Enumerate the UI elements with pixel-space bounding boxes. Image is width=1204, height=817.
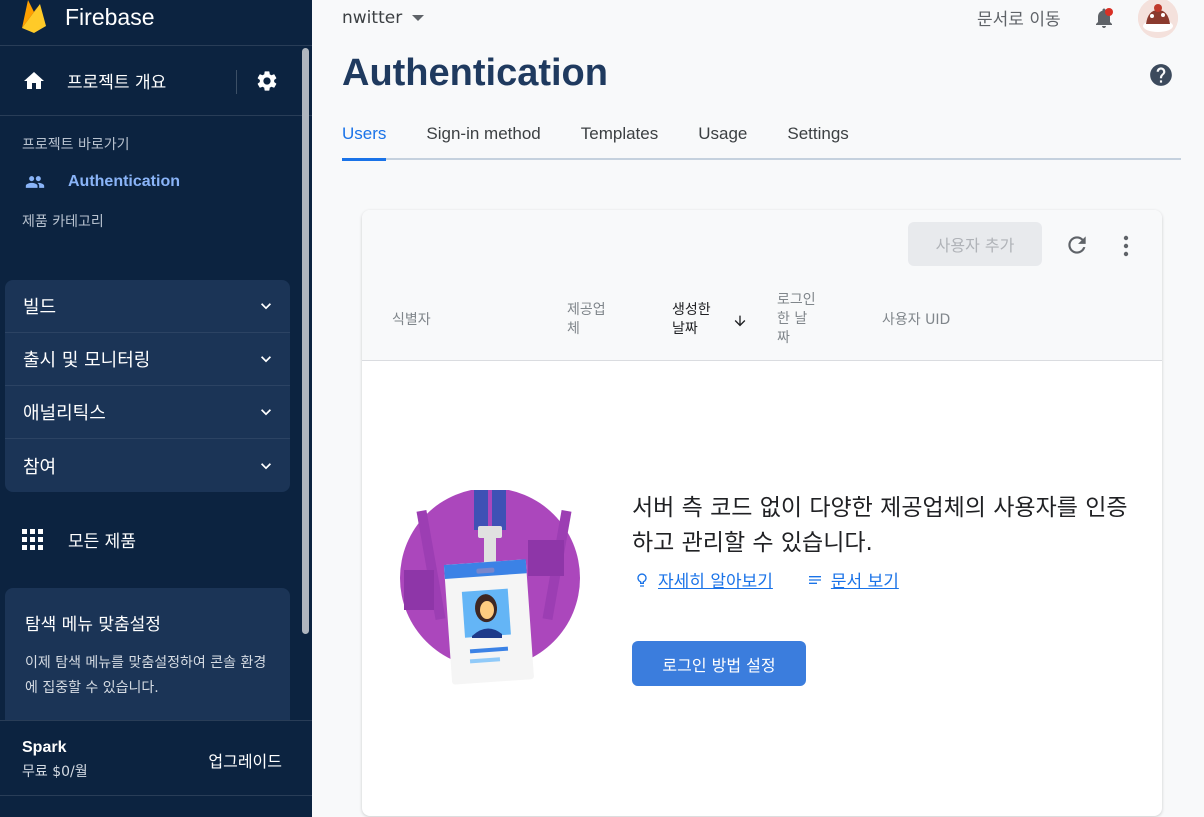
learn-more-link[interactable]: 자세히 알아보기 — [634, 567, 773, 592]
empty-state-links: 자세히 알아보기 문서 보기 — [634, 567, 899, 592]
sidebar-item-all-products[interactable]: 모든 제품 — [22, 527, 136, 552]
users-card: 사용자 추가 식별자 제공업 체 생성한 날짜 로그인 한 날 짜 사용자 UI… — [362, 210, 1162, 816]
notification-bell-icon[interactable] — [1092, 6, 1116, 30]
tab-settings[interactable]: Settings — [787, 120, 848, 158]
lightbulb-icon — [637, 572, 647, 587]
tab-sign-in-method[interactable]: Sign-in method — [426, 120, 540, 158]
tab-templates[interactable]: Templates — [581, 120, 658, 158]
top-bar: nwitter 문서로 이동 — [312, 0, 1204, 40]
arrow-down-icon — [734, 315, 746, 327]
project-overview[interactable]: 프로젝트 개요 — [0, 46, 312, 116]
users-table-header: 사용자 추가 식별자 제공업 체 생성한 날짜 로그인 한 날 짜 사용자 UI… — [362, 210, 1162, 361]
column-signed-in[interactable]: 로그인 한 날 짜 — [777, 291, 816, 348]
setup-sign-in-method-button[interactable]: 로그인 방법 설정 — [632, 641, 806, 686]
avatar[interactable] — [1138, 0, 1178, 38]
view-docs-link[interactable]: 문서 보기 — [807, 567, 899, 592]
sidebar-item-release-monitor[interactable]: 출시 및 모니터링 — [5, 333, 290, 386]
tab-usage[interactable]: Usage — [698, 120, 747, 158]
page-title: Authentication — [342, 52, 608, 94]
project-name: nwitter — [342, 8, 403, 28]
column-provider[interactable]: 제공업 체 — [567, 301, 606, 339]
chevron-down-icon — [261, 409, 271, 416]
learn-more-label: 자세히 알아보기 — [658, 572, 773, 592]
help-icon[interactable] — [1148, 62, 1174, 88]
sidebar-item-label: 애널리틱스 — [23, 403, 106, 424]
refresh-icon[interactable] — [1064, 232, 1090, 258]
grid-icon — [22, 528, 43, 550]
column-created[interactable]: 생성한 날짜 — [672, 301, 711, 339]
sidebar-item-label: 참여 — [23, 456, 57, 478]
sidebar-item-engage[interactable]: 참여 — [5, 439, 290, 492]
plan-footer: Spark 무료 $0/월 업그레이드 — [0, 720, 312, 796]
sidebar-item-label: 모든 제품 — [68, 532, 136, 552]
caret-down-icon — [412, 15, 425, 21]
docs-link[interactable]: 문서로 이동 — [977, 5, 1061, 30]
project-selector[interactable]: nwitter — [342, 8, 425, 28]
view-docs-label: 문서 보기 — [830, 572, 899, 592]
more-options-icon[interactable] — [1117, 234, 1135, 258]
category-list: 빌드 출시 및 모니터링 애널리틱스 참여 — [5, 280, 290, 492]
tab-users[interactable]: Users — [342, 120, 387, 161]
empty-state-message: 서버 측 코드 없이 다양한 제공업체의 사용자를 인증하고 관리할 수 있습니… — [632, 495, 1128, 556]
firebase-logo-icon — [22, 0, 46, 33]
sidebar-item-authentication[interactable]: Authentication — [0, 161, 312, 203]
chevron-down-icon — [261, 462, 271, 469]
add-user-button[interactable]: 사용자 추가 — [908, 222, 1042, 266]
tab-bar: Users Sign-in method Templates Usage Set… — [342, 120, 1181, 161]
id-badge-illustration — [400, 490, 580, 685]
divider — [236, 70, 237, 94]
sidebar-scrollbar[interactable] — [302, 48, 309, 634]
sidebar-item-label: Authentication — [68, 173, 180, 190]
customize-title: 탐색 메뉴 맞춤설정 — [25, 615, 161, 635]
customize-text: 이제 탐색 메뉴를 맞춤설정하여 콘솔 환경에 집중할 수 있습니다. — [25, 655, 267, 696]
column-uid[interactable]: 사용자 UID — [882, 311, 950, 330]
sidebar-item-label: 출시 및 모니터링 — [23, 350, 151, 371]
home-icon — [24, 71, 44, 89]
sidebar-item-analytics[interactable]: 애널리틱스 — [5, 386, 290, 439]
brand-name: Firebase — [65, 4, 155, 30]
docs-icon — [808, 575, 821, 584]
categories-title: 제품 카테고리 — [22, 214, 104, 230]
project-overview-label: 프로젝트 개요 — [67, 73, 167, 93]
upgrade-button[interactable]: 업그레이드 — [208, 748, 282, 772]
customize-nav-card: 탐색 메뉴 맞춤설정 이제 탐색 메뉴를 맞춤설정하여 콘솔 환경에 집중할 수… — [5, 588, 290, 728]
shortcuts-title: 프로젝트 바로가기 — [22, 137, 130, 153]
gear-icon[interactable] — [255, 69, 279, 93]
chevron-down-icon — [261, 356, 271, 363]
sidebar-item-build[interactable]: 빌드 — [5, 280, 290, 333]
column-identifier[interactable]: 식별자 — [392, 311, 431, 330]
people-icon — [25, 176, 45, 188]
sidebar: Firebase 프로젝트 개요 프로젝트 바로가기 Authenticatio… — [0, 0, 312, 817]
brand-header[interactable]: Firebase — [0, 0, 312, 46]
chevron-down-icon — [261, 303, 271, 310]
sidebar-item-label: 빌드 — [23, 297, 57, 318]
avatar-image — [1138, 0, 1178, 38]
